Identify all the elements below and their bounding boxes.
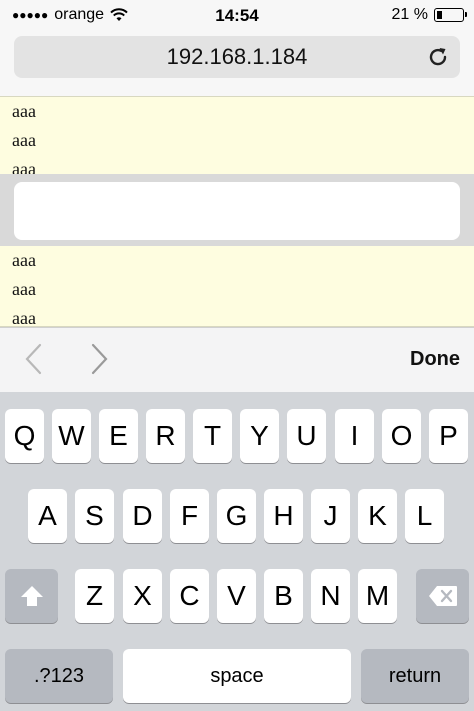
text-line: aaa <box>12 130 36 150</box>
key-u[interactable]: U <box>287 409 326 463</box>
key-q[interactable]: Q <box>5 409 44 463</box>
key-z[interactable]: Z <box>75 569 114 623</box>
key-k[interactable]: K <box>358 489 397 543</box>
input-container <box>0 174 474 246</box>
key-f[interactable]: F <box>170 489 209 543</box>
text-line: aaa <box>12 101 36 121</box>
status-bar: ●●●●● orange 14:54 21 % <box>0 0 474 32</box>
url-text: 192.168.1.184 <box>166 44 308 69</box>
reload-icon[interactable] <box>426 45 450 69</box>
done-button[interactable]: Done <box>410 348 460 371</box>
address-bar[interactable]: 192.168.1.184 <box>14 36 460 78</box>
form-accessory-bar: Done <box>0 327 474 392</box>
numbers-key[interactable]: .?123 <box>5 649 113 703</box>
previous-field-icon[interactable] <box>20 342 50 376</box>
key-a[interactable]: A <box>28 489 67 543</box>
key-d[interactable]: D <box>123 489 162 543</box>
shift-key[interactable] <box>5 569 58 623</box>
text-line: aaa <box>12 159 36 175</box>
keyboard: Q W E R T Y U I O P A S D F G H J K L Z … <box>0 392 474 711</box>
space-key[interactable]: space <box>123 649 351 703</box>
key-j[interactable]: J <box>311 489 350 543</box>
key-y[interactable]: Y <box>240 409 279 463</box>
key-w[interactable]: W <box>52 409 91 463</box>
key-l[interactable]: L <box>405 489 444 543</box>
key-o[interactable]: O <box>382 409 421 463</box>
shift-arrow-icon <box>20 586 43 606</box>
text-line: aaa <box>12 279 36 299</box>
battery-percent: 21 % <box>391 6 428 23</box>
key-x[interactable]: X <box>123 569 162 623</box>
key-h[interactable]: H <box>264 489 303 543</box>
backspace-icon <box>428 586 457 606</box>
key-m[interactable]: M <box>358 569 397 623</box>
key-v[interactable]: V <box>217 569 256 623</box>
page-content-top: aaa aaa aaa <box>0 96 474 175</box>
key-s[interactable]: S <box>75 489 114 543</box>
key-n[interactable]: N <box>311 569 350 623</box>
key-p[interactable]: P <box>429 409 468 463</box>
return-key[interactable]: return <box>361 649 469 703</box>
key-c[interactable]: C <box>170 569 209 623</box>
key-t[interactable]: T <box>193 409 232 463</box>
page-content-bottom: aaa aaa aaa <box>0 246 474 327</box>
text-line: aaa <box>12 250 36 270</box>
text-input[interactable] <box>14 182 460 240</box>
key-g[interactable]: G <box>217 489 256 543</box>
next-field-icon[interactable] <box>84 342 114 376</box>
backspace-key[interactable] <box>416 569 469 623</box>
key-i[interactable]: I <box>335 409 374 463</box>
key-e[interactable]: E <box>99 409 138 463</box>
key-b[interactable]: B <box>264 569 303 623</box>
battery-icon <box>434 8 467 22</box>
text-line: aaa <box>12 308 36 327</box>
key-r[interactable]: R <box>146 409 185 463</box>
